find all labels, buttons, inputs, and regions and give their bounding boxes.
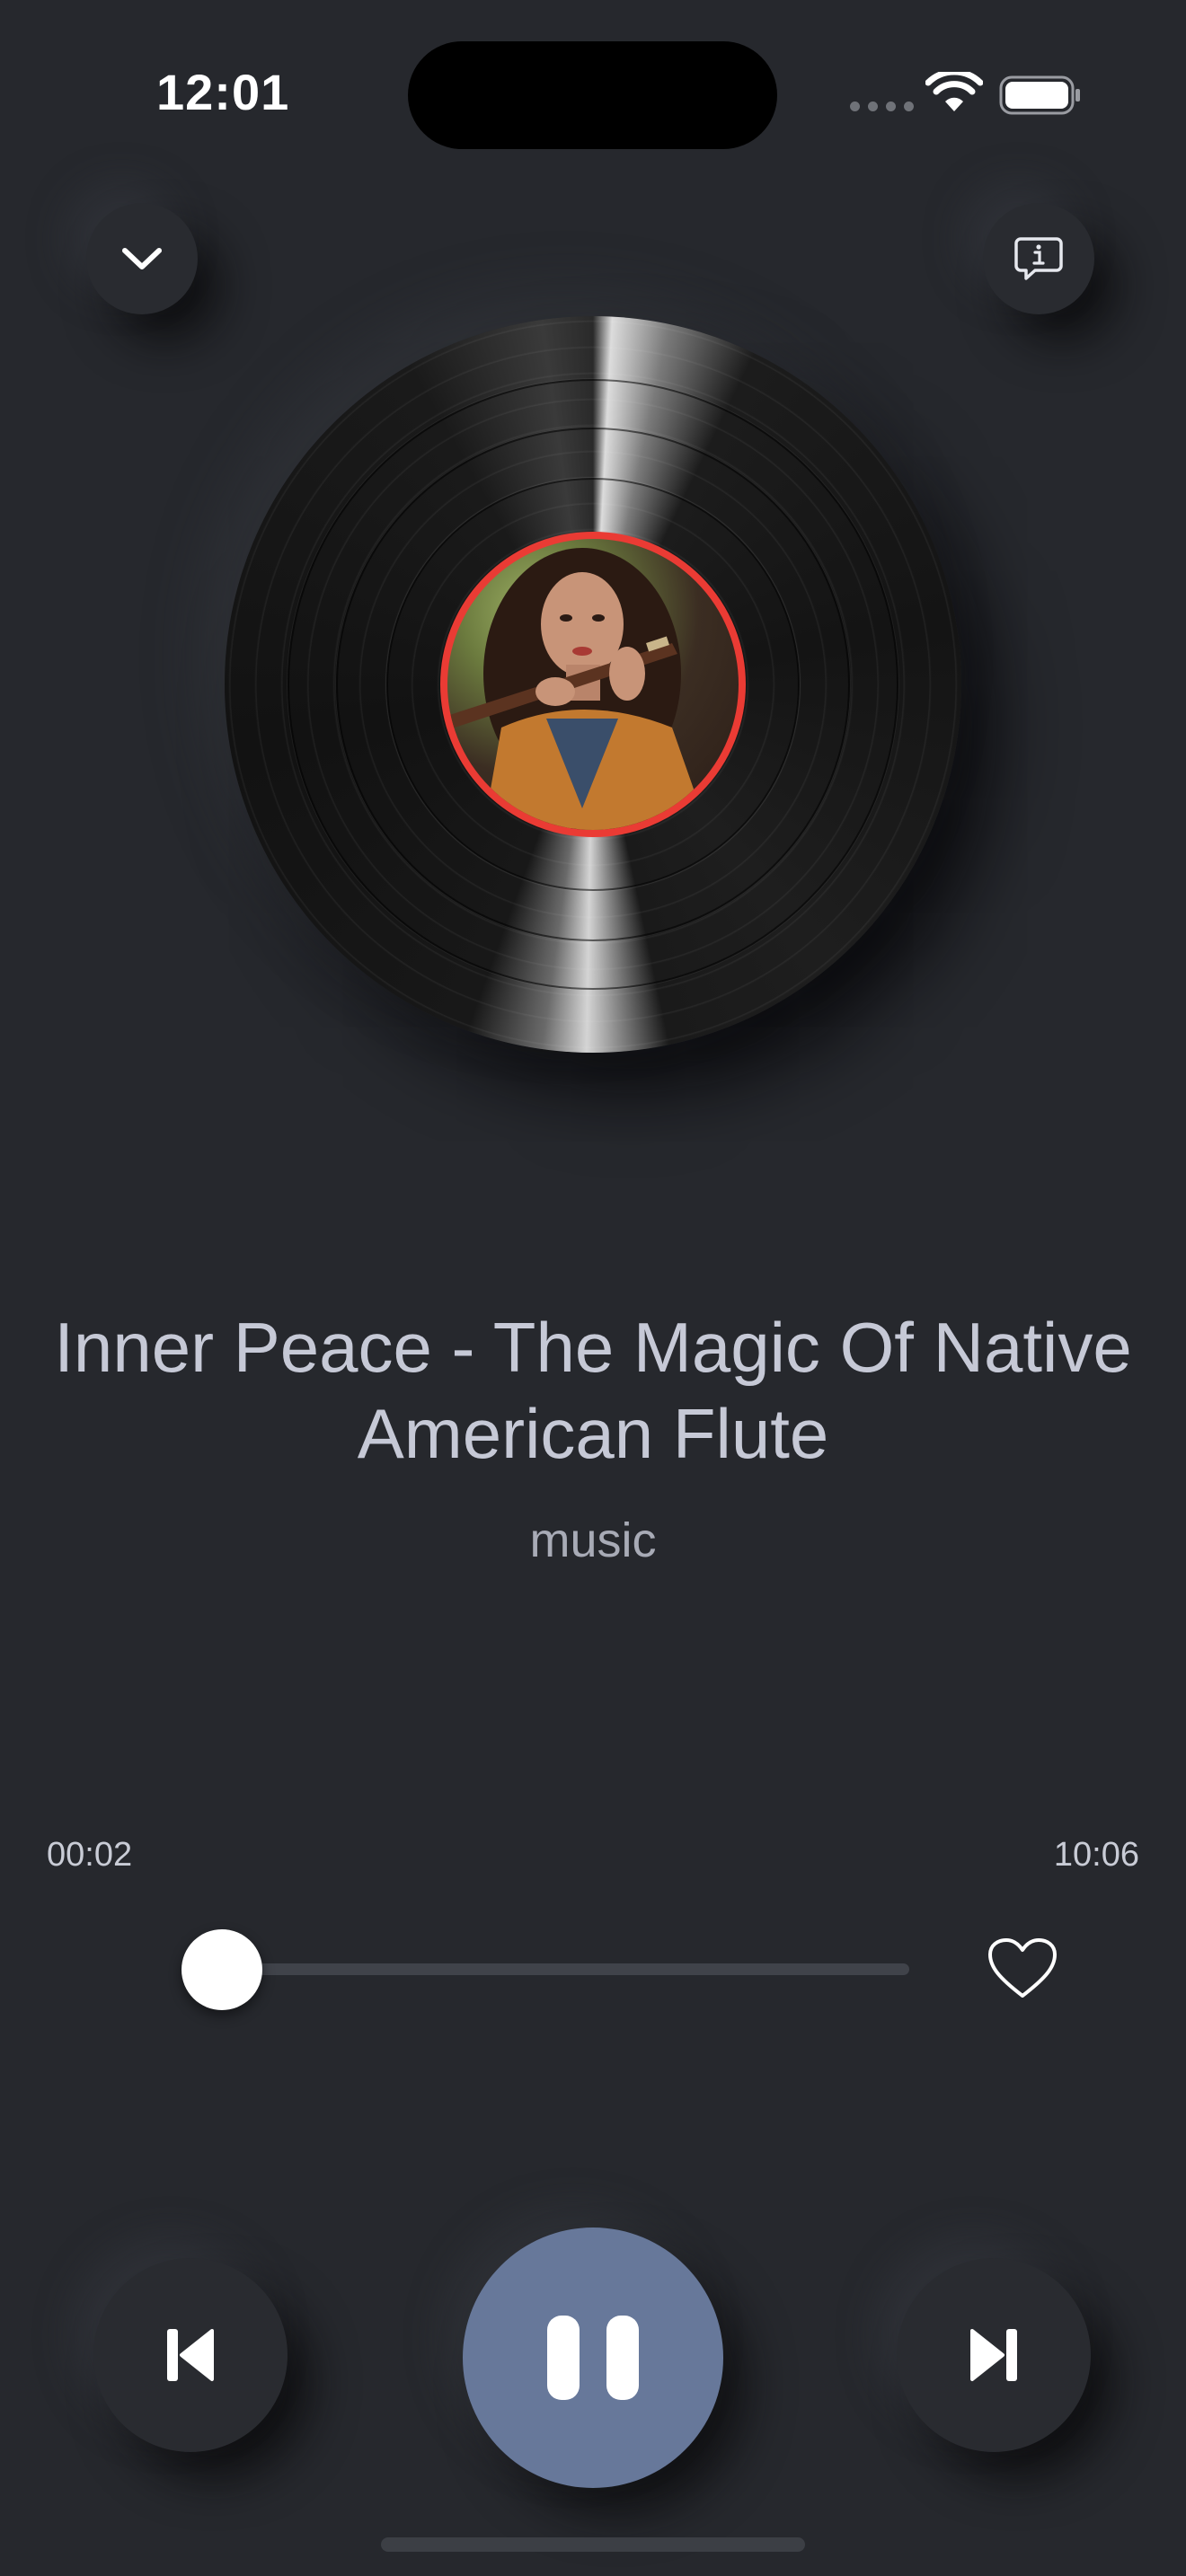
skip-previous-icon [167,2329,214,2381]
previous-track-button[interactable] [93,2258,288,2452]
status-time: 12:01 [156,64,290,120]
pause-icon [547,2316,580,2400]
play-pause-button[interactable] [463,2228,723,2488]
elapsed-time: 00:02 [47,1836,133,1874]
heart-outline-icon [988,1938,1057,1998]
pause-icon-bar [606,2316,639,2400]
chevron-down-icon [122,248,162,269]
song-subtitle: music [529,1513,657,1567]
next-track-button[interactable] [897,2258,1091,2452]
dynamic-island [408,41,777,149]
info-bubble-icon [1014,237,1063,280]
favorite-button[interactable] [987,1935,1058,2003]
wifi-icon [925,72,983,111]
total-duration: 10:06 [1053,1836,1139,1874]
collapse-button[interactable] [86,203,198,314]
song-title: Inner Peace - The Magic Of Native Americ… [54,1308,1132,1473]
album-art [440,532,746,837]
vinyl-record [225,316,961,1053]
info-button[interactable] [983,203,1094,314]
home-indicator[interactable] [381,2537,805,2552]
signal-dots-icon [850,101,914,111]
progress-track[interactable] [219,1963,909,1975]
skip-next-icon [970,2329,1017,2381]
battery-icon [999,75,1080,115]
progress-thumb[interactable] [181,1929,262,2010]
